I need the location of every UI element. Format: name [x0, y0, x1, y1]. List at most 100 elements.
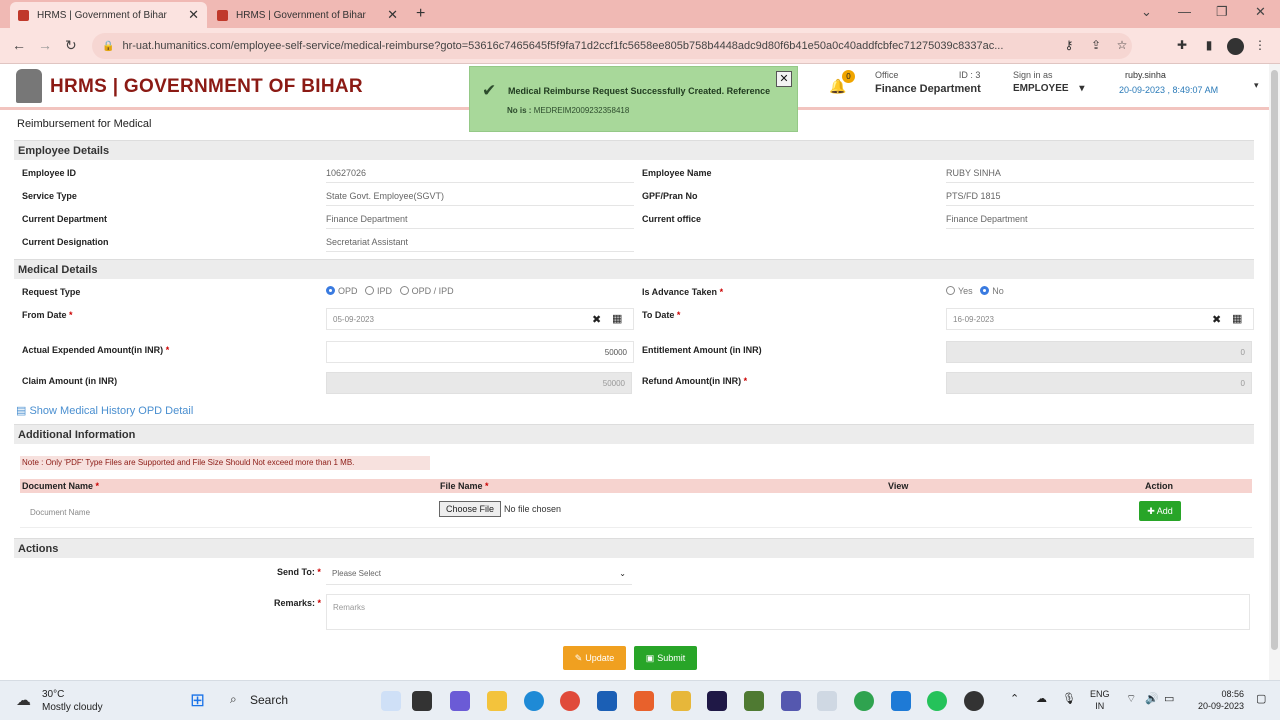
- bihar-emblem-logo: [16, 69, 42, 103]
- user-menu-caret-icon[interactable]: ▾: [1254, 80, 1259, 91]
- browser-menu-icon[interactable]: ⋮: [1253, 38, 1267, 52]
- calendar-icon[interactable]: ▦: [1232, 312, 1242, 325]
- page-scrollbar[interactable]: [1269, 64, 1280, 680]
- pencil-icon: ✎: [574, 652, 583, 663]
- store-icon[interactable]: [597, 691, 617, 711]
- toast-close-button[interactable]: ✕: [776, 71, 792, 87]
- weather-cloud-icon[interactable]: ☁: [16, 691, 31, 709]
- share-icon[interactable]: ⇪: [1089, 38, 1103, 52]
- sidebar-panel-icon[interactable]: ▮: [1202, 38, 1216, 52]
- edge-icon[interactable]: [524, 691, 544, 711]
- windows-taskbar: ☁ 30°C Mostly cloudy ⊞ ⌕ Search ⌃ ☁ 🎙 EN…: [0, 680, 1280, 720]
- toast-reference: No is : MEDREIM2009232358418: [507, 106, 630, 115]
- taskbar-search[interactable]: Search: [250, 693, 288, 707]
- reload-icon[interactable]: ↻: [65, 37, 77, 54]
- toast-message: Medical Reimburse Request Successfully C…: [508, 86, 771, 96]
- radio-yes[interactable]: [946, 286, 955, 296]
- app-icon[interactable]: [744, 691, 764, 711]
- battery-icon[interactable]: ▭: [1164, 693, 1174, 705]
- tab-close-icon[interactable]: ✕: [387, 7, 398, 23]
- clear-date-icon[interactable]: ✖: [1212, 313, 1221, 326]
- scrollbar-thumb[interactable]: [1271, 70, 1278, 650]
- app-icon[interactable]: [671, 691, 691, 711]
- clear-date-icon[interactable]: ✖: [592, 313, 601, 326]
- maximize-icon[interactable]: ❐: [1216, 4, 1228, 20]
- add-document-button[interactable]: ✚ Add: [1139, 501, 1181, 521]
- tab-close-icon[interactable]: ✕: [188, 7, 199, 23]
- browser-tab-2[interactable]: HRMS | Government of Bihar ✕: [209, 2, 406, 28]
- temperature: 30°C: [42, 689, 65, 700]
- brave-icon[interactable]: [634, 691, 654, 711]
- whatsapp-icon[interactable]: [927, 691, 947, 711]
- employee-details-header: Employee Details: [14, 140, 1254, 160]
- onedrive-cloud-icon[interactable]: ☁: [1036, 693, 1047, 705]
- radio-opd[interactable]: [326, 286, 335, 296]
- no-file-text: No file chosen: [504, 504, 562, 514]
- browser-tab-1[interactable]: HRMS | Government of Bihar ✕: [10, 2, 207, 28]
- radio-ipd[interactable]: [365, 286, 375, 296]
- document-name-input[interactable]: Document Name: [24, 501, 424, 523]
- url-input[interactable]: 🔒 hr-uat.humanitics.com/employee-self-se…: [92, 33, 1132, 59]
- caret-down-icon: ▾: [1079, 83, 1085, 94]
- profile-avatar[interactable]: [1227, 38, 1244, 55]
- current-department-value: Finance Department: [326, 214, 408, 224]
- key-icon[interactable]: ⚷: [1062, 38, 1076, 52]
- column-document-name: Document Name *: [22, 481, 100, 491]
- chrome-profile-icon[interactable]: [854, 691, 874, 711]
- file-explorer-icon[interactable]: [487, 691, 507, 711]
- entitlement-amount-field: 0: [946, 341, 1252, 363]
- bing-icon[interactable]: [381, 691, 401, 711]
- send-to-select[interactable]: Please Select ⌄: [326, 563, 632, 585]
- teams-chat-icon[interactable]: [450, 691, 470, 711]
- after-effects-icon[interactable]: [707, 691, 727, 711]
- weather-widget[interactable]: 30°C Mostly cloudy: [42, 688, 103, 714]
- bookmark-star-icon[interactable]: ☆: [1115, 38, 1129, 52]
- back-arrow-icon[interactable]: ←: [12, 37, 26, 53]
- from-date-input[interactable]: 05-09-2023: [326, 308, 634, 330]
- sign-in-role-dropdown[interactable]: Sign in as EMPLOYEE ▾: [1013, 70, 1084, 94]
- expended-amount-input[interactable]: 50000: [326, 341, 634, 363]
- app-icon[interactable]: [964, 691, 984, 711]
- new-tab-icon[interactable]: +: [416, 5, 425, 23]
- update-button[interactable]: ✎ Update: [563, 646, 626, 670]
- windows-start-icon[interactable]: ⊞: [190, 690, 205, 711]
- tray-chevron-up-icon[interactable]: ⌃: [1010, 693, 1019, 705]
- choose-file-button[interactable]: Choose File: [439, 501, 501, 517]
- clock[interactable]: 08:56 20-09-2023: [1190, 688, 1244, 712]
- office-name: Finance Department: [875, 83, 981, 95]
- browser-tab-bar: HRMS | Government of Bihar ✕ HRMS | Gove…: [0, 0, 1280, 28]
- radio-opd-ipd[interactable]: [399, 286, 409, 296]
- remarks-textarea[interactable]: Remarks: [326, 594, 1250, 630]
- to-date-input[interactable]: 16-09-2023: [946, 308, 1254, 330]
- notifications-icon[interactable]: ▢: [1256, 693, 1266, 705]
- sign-in-role: EMPLOYEE: [1013, 83, 1069, 94]
- chevron-down-icon: ⌄: [619, 569, 626, 578]
- service-type-label: Service Type: [22, 191, 77, 201]
- forward-arrow-icon[interactable]: →: [38, 37, 52, 53]
- vscode-icon[interactable]: [891, 691, 911, 711]
- volume-icon[interactable]: 🔊: [1145, 693, 1159, 705]
- microphone-icon[interactable]: 🎙: [1062, 693, 1076, 705]
- refund-amount-field: 0: [946, 372, 1252, 394]
- chrome-icon[interactable]: [560, 691, 580, 711]
- show-medical-history-link[interactable]: ▤ Show Medical History OPD Detail: [16, 404, 193, 417]
- task-view-icon[interactable]: [412, 691, 432, 711]
- tab-search-chevron-icon[interactable]: ⌄: [1141, 4, 1152, 20]
- window-close-icon[interactable]: ✕: [1255, 4, 1266, 20]
- user-info[interactable]: ruby.sinha 20-09-2023 , 8:49:07 AM: [1119, 70, 1218, 95]
- favicon-icon: [217, 9, 228, 21]
- calendar-icon[interactable]: ▦: [612, 312, 622, 325]
- extensions-puzzle-icon[interactable]: ✚: [1175, 38, 1189, 52]
- submit-button[interactable]: ▣ Submit: [634, 646, 697, 670]
- wifi-icon[interactable]: ⌔: [1126, 693, 1136, 705]
- tab-title: HRMS | Government of Bihar: [37, 9, 167, 21]
- minimize-icon[interactable]: —: [1178, 4, 1191, 19]
- teams-icon[interactable]: [781, 691, 801, 711]
- search-icon[interactable]: ⌕: [230, 692, 237, 707]
- medical-details-header: Medical Details: [14, 259, 1254, 279]
- app-icon[interactable]: [817, 691, 837, 711]
- radio-no[interactable]: [980, 286, 990, 296]
- actions-header: Actions: [14, 538, 1254, 558]
- language-indicator[interactable]: ENG IN: [1090, 688, 1110, 712]
- gpf-pran-value: PTS/FD 1815: [946, 191, 1001, 201]
